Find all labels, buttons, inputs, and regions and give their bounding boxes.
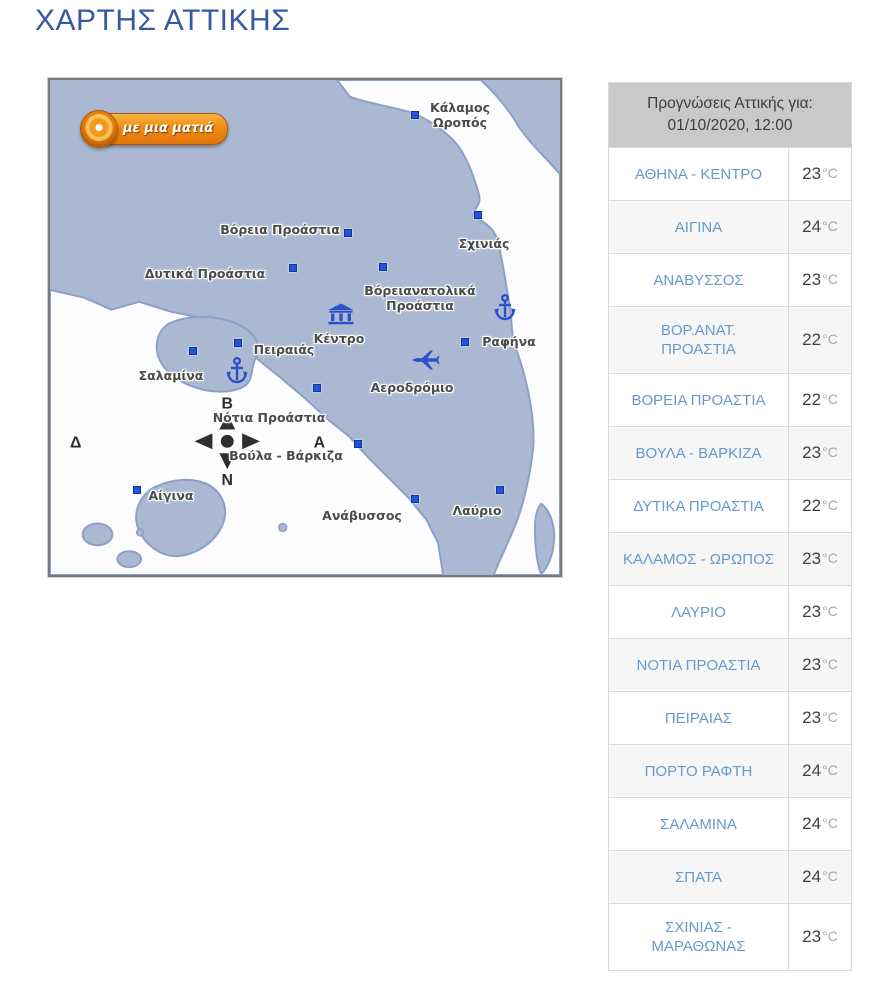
forecast-temp: 23 °C <box>802 270 838 289</box>
forecast-row: ΒΟΥΛΑ - ΒΑΡΚΙΖΑ 23 °C <box>609 426 851 479</box>
forecast-row: ΣΧΙΝΙΑΣ - ΜΑΡΑΘΩΝΑΣ 23 °C <box>609 903 851 970</box>
notia-proastia-label[interactable]: Νότια Προάστια <box>213 410 326 425</box>
forecast-row: ΚΑΛΑΜΟΣ - ΩΡΩΠΟΣ 23 °C <box>609 532 851 585</box>
forecast-location-link[interactable]: ΒΟΥΛΑ - ΒΑΡΚΙΖΑ <box>609 427 789 479</box>
forecast-location-link[interactable]: ΣΧΙΝΙΑΣ - ΜΑΡΑΘΩΝΑΣ <box>609 904 789 970</box>
kalamos-oropos-marker[interactable] <box>411 111 419 119</box>
forecast-location-link[interactable]: ΑΙΓΙΝΑ <box>609 201 789 253</box>
voula-varkiza-marker[interactable] <box>354 440 362 448</box>
forecast-location-link[interactable]: ΣΑΛΑΜΙΝΑ <box>609 798 789 850</box>
lavrio-marker[interactable] <box>496 486 504 494</box>
salamina-marker[interactable] <box>189 347 197 355</box>
forecast-table: Προγνώσεις Αττικής για: 01/10/2020, 12:0… <box>608 82 852 971</box>
forecast-temp: 24 °C <box>802 814 838 833</box>
forecast-row: ΑΝΑΒΥΣΣΟΣ 23 °C <box>609 253 851 306</box>
aerodromio-label[interactable]: Αεροδρόμιο <box>371 380 454 395</box>
forecast-header-line1: Προγνώσεις Αττικής για: <box>647 94 813 112</box>
voreianatolika-proastia-label[interactable]: Βόρειανατολικά Προάστια <box>364 283 475 313</box>
peiraias-label[interactable]: Πειραιάς <box>254 342 315 357</box>
forecast-location-link[interactable]: ΠΟΡΤΟ ΡΑΦΤΗ <box>609 745 789 797</box>
forecast-location-link[interactable]: ΠΕΙΡΑΙΑΣ <box>609 692 789 744</box>
forecast-row: ΝΟΤΙΑ ΠΡΟΑΣΤΙΑ 23 °C <box>609 638 851 691</box>
dytika-proastia-label[interactable]: Δυτικά Προάστια <box>145 266 266 281</box>
sxinias-marker[interactable] <box>474 211 482 219</box>
voreia-proastia-marker[interactable] <box>344 229 352 237</box>
forecast-location-link[interactable]: ΑΘΗΝΑ - ΚΕΝΤΡΟ <box>609 148 789 200</box>
forecast-location-link[interactable]: ΣΠΑΤΑ <box>609 851 789 903</box>
voreia-proastia-label[interactable]: Βόρεια Προάστια <box>220 222 340 237</box>
temple-icon <box>328 303 354 325</box>
forecast-temp: 23 °C <box>802 443 838 462</box>
sxinias-label[interactable]: Σχινιάς <box>459 236 510 251</box>
forecast-row: ΣΑΛΑΜΙΝΑ 24 °C <box>609 797 851 850</box>
forecast-row: ΣΠΑΤΑ 24 °C <box>609 850 851 903</box>
forecast-location-link[interactable]: ΒΟΡ.ΑΝΑΤ. ΠΡΟΑΣΤΙΑ <box>609 307 789 373</box>
peiraias-marker[interactable] <box>234 339 242 347</box>
forecast-temp: 24 °C <box>802 867 838 886</box>
rafina-label[interactable]: Ραφήνα <box>482 334 536 349</box>
lavrio-label[interactable]: Λαύριο <box>452 503 501 518</box>
voula-varkiza-label[interactable]: Βούλα - Βάρκιζα <box>229 448 343 463</box>
aigina-marker[interactable] <box>133 486 141 494</box>
forecast-temp: 23 °C <box>802 549 838 568</box>
forecast-row: ΒΟΡΕΙΑ ΠΡΟΑΣΤΙΑ 22 °C <box>609 373 851 426</box>
forecast-row: ΠΕΙΡΑΙΑΣ 23 °C <box>609 691 851 744</box>
kentro-label[interactable]: Κέντρο <box>314 331 365 346</box>
forecast-location-link[interactable]: ΒΟΡΕΙΑ ΠΡΟΑΣΤΙΑ <box>609 374 789 426</box>
forecast-temp: 23 °C <box>802 164 838 183</box>
forecast-location-link[interactable]: ΛΑΥΡΙΟ <box>609 586 789 638</box>
anavyssos-marker[interactable] <box>411 495 419 503</box>
kalamos-oropos-label[interactable]: Κάλαμος Ωροπός <box>430 100 490 130</box>
forecast-row: ΑΘΗΝΑ - ΚΕΝΤΡΟ 23 °C <box>609 147 851 200</box>
forecast-row: ΔΥΤΙΚΑ ΠΡΟΑΣΤΙΑ 22 °C <box>609 479 851 532</box>
forecast-row: ΛΑΥΡΙΟ 23 °C <box>609 585 851 638</box>
salamina-label[interactable]: Σαλαμίνα <box>139 368 204 383</box>
page-title: ΧΑΡΤΗΣ ΑΤΤΙΚΗΣ <box>35 4 291 37</box>
forecast-location-link[interactable]: ΝΟΤΙΑ ΠΡΟΑΣΤΙΑ <box>609 639 789 691</box>
forecast-header: Προγνώσεις Αττικής για: 01/10/2020, 12:0… <box>609 83 851 147</box>
forecast-temp: 23 °C <box>802 602 838 621</box>
dytika-proastia-marker[interactable] <box>289 264 297 272</box>
forecast-temp: 24 °C <box>802 217 838 236</box>
attica-map: Β Ν Δ Α Κάλαμος Ωροπός Σχινιάς Βόρεια Προάσ… <box>48 78 562 577</box>
anavyssos-label[interactable]: Ανάβυσσος <box>322 508 402 523</box>
notia-proastia-marker[interactable] <box>313 384 321 392</box>
anchor-icon <box>225 356 249 384</box>
forecast-location-link[interactable]: ΔΥΤΙΚΑ ΠΡΟΑΣΤΙΑ <box>609 480 789 532</box>
anchor-icon <box>493 293 517 321</box>
forecast-temp: 23 °C <box>802 655 838 674</box>
forecast-temp: 22 °C <box>802 330 838 349</box>
aigina-label[interactable]: Αίγινα <box>148 488 193 503</box>
forecast-temp: 23 °C <box>802 927 838 946</box>
plane-icon <box>410 348 440 373</box>
forecast-temp: 24 °C <box>802 761 838 780</box>
forecast-temp: 22 °C <box>802 390 838 409</box>
forecast-row: ΒΟΡ.ΑΝΑΤ. ΠΡΟΑΣΤΙΑ 22 °C <box>609 306 851 373</box>
forecast-row: ΑΙΓΙΝΑ 24 °C <box>609 200 851 253</box>
forecast-row: ΠΟΡΤΟ ΡΑΦΤΗ 24 °C <box>609 744 851 797</box>
forecast-temp: 23 °C <box>802 708 838 727</box>
voreianatolika-proastia-marker[interactable] <box>379 263 387 271</box>
forecast-temp: 22 °C <box>802 496 838 515</box>
forecast-location-link[interactable]: ΑΝΑΒΥΣΣΟΣ <box>609 254 789 306</box>
map-points-layer: Κάλαμος Ωροπός Σχινιάς Βόρεια Προάστια Δυτικ… <box>50 80 560 575</box>
forecast-location-link[interactable]: ΚΑΛΑΜΟΣ - ΩΡΩΠΟΣ <box>609 533 789 585</box>
rafina-marker[interactable] <box>461 338 469 346</box>
compass-target-icon <box>80 110 118 148</box>
forecast-header-line2: 01/10/2020, 12:00 <box>667 117 793 134</box>
forecast-rows: ΑΘΗΝΑ - ΚΕΝΤΡΟ 23 °C ΑΙΓΙΝΑ 24 °C ΑΝΑΒΥΣΣΟΣ 23 °… <box>609 147 851 970</box>
